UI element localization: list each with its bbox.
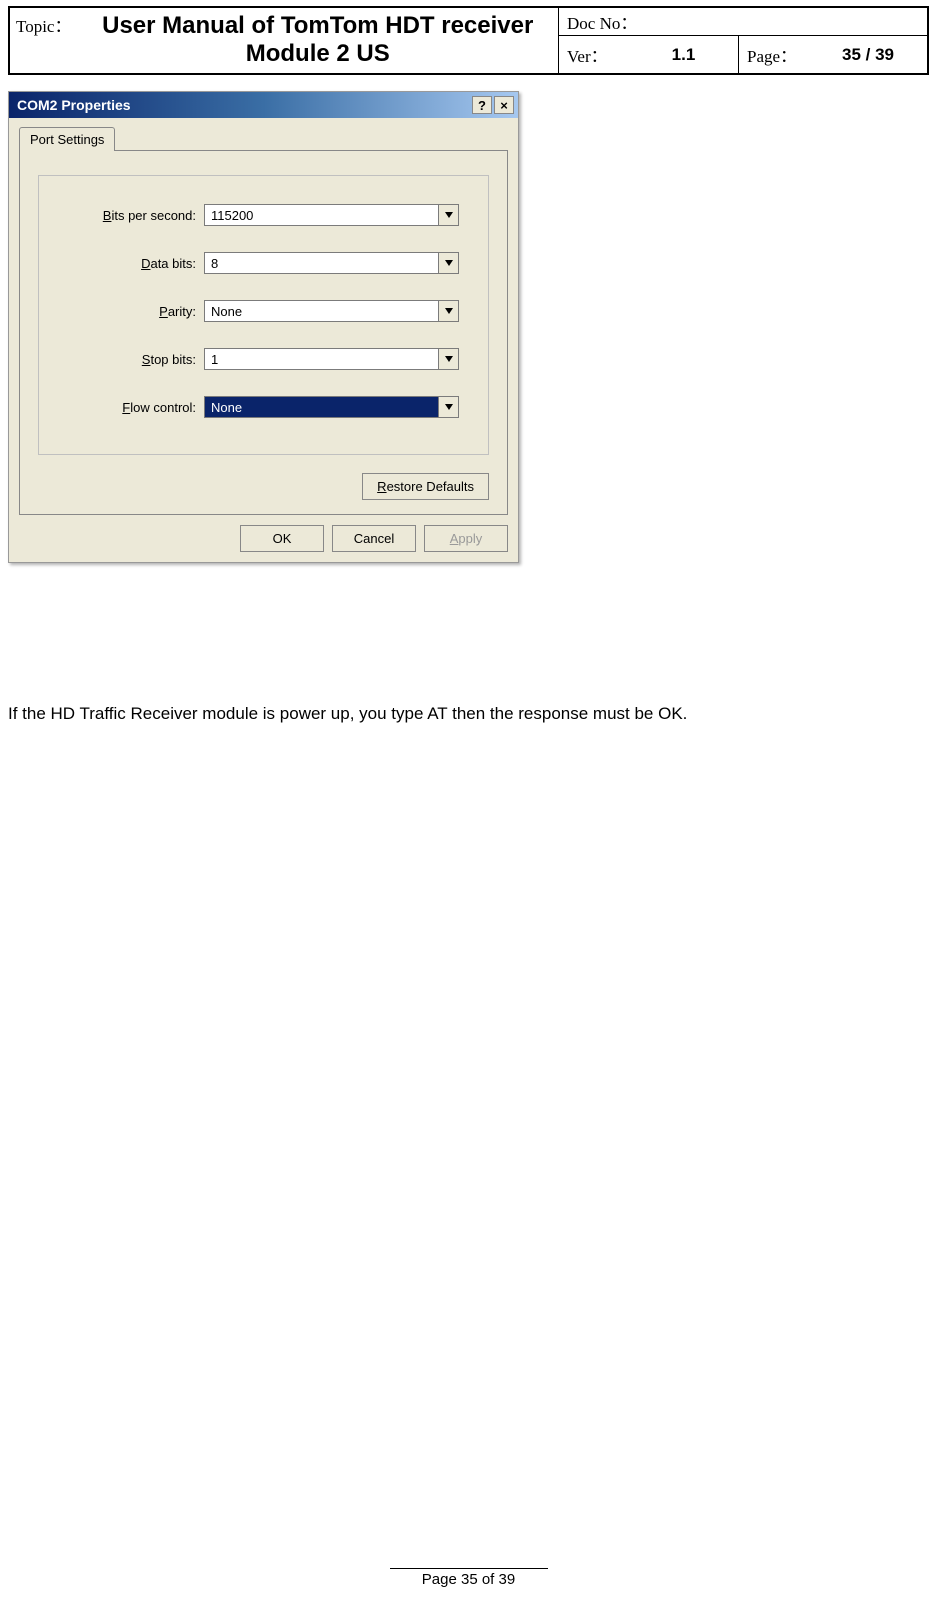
document-title: User Manual of TomTom HDT receiver Modul… — [77, 8, 558, 73]
document-header: Topic： User Manual of TomTom HDT receive… — [8, 6, 929, 75]
label-data-bits: Data bits: — [59, 256, 204, 271]
header-right: Doc No： Ver： 1.1 Page： 35 / 39 — [559, 8, 927, 73]
ver-cell: Ver： 1.1 — [559, 36, 739, 73]
com-properties-dialog: COM2 Properties ? × Port Settings Bits p… — [8, 91, 519, 563]
header-left: Topic： User Manual of TomTom HDT receive… — [10, 8, 559, 73]
combo-value-data-bits: 8 — [204, 252, 439, 274]
combo-value-stop-bits: 1 — [204, 348, 439, 370]
cancel-button[interactable]: Cancel — [332, 525, 416, 552]
chevron-down-icon[interactable] — [439, 252, 459, 274]
row-bits-per-second: Bits per second: 115200 — [59, 204, 468, 226]
ok-button[interactable]: OK — [240, 525, 324, 552]
combo-flow-control[interactable]: None — [204, 396, 459, 418]
combo-stop-bits[interactable]: 1 — [204, 348, 459, 370]
close-button[interactable]: × — [494, 96, 514, 114]
dialog-titlebar[interactable]: COM2 Properties ? × — [9, 92, 518, 118]
page-cell: Page： 35 / 39 — [739, 36, 927, 73]
label-stop-bits: Stop bits: — [59, 352, 204, 367]
docno-row: Doc No： — [559, 8, 927, 36]
combo-value-parity: None — [204, 300, 439, 322]
page-value: 35 / 39 — [809, 45, 927, 65]
apply-button[interactable]: Apply — [424, 525, 508, 552]
chevron-down-icon[interactable] — [439, 300, 459, 322]
ver-label: Ver： — [559, 42, 629, 67]
chevron-down-icon[interactable] — [439, 348, 459, 370]
topic-label: Topic： — [10, 8, 77, 73]
combo-bits-per-second[interactable]: 115200 — [204, 204, 459, 226]
combo-data-bits[interactable]: 8 — [204, 252, 459, 274]
tab-panel: Bits per second: 115200 Data bits: 8 Par… — [19, 150, 508, 515]
label-parity: Parity: — [59, 304, 204, 319]
form-area: Bits per second: 115200 Data bits: 8 Par… — [38, 175, 489, 455]
help-icon: ? — [478, 98, 486, 113]
chevron-down-icon[interactable] — [439, 396, 459, 418]
row-data-bits: Data bits: 8 — [59, 252, 468, 274]
chevron-down-icon[interactable] — [439, 204, 459, 226]
tabstrip: Port Settings — [19, 126, 508, 150]
body-paragraph: If the HD Traffic Receiver module is pow… — [8, 704, 687, 724]
row-stop-bits: Stop bits: 1 — [59, 348, 468, 370]
footer-text: Page 35 of 39 — [0, 1571, 937, 1588]
titlebar-buttons: ? × — [472, 96, 514, 114]
combo-value-flow-control: None — [204, 396, 439, 418]
combo-value-bits-per-second: 115200 — [204, 204, 439, 226]
dialog-body: Port Settings Bits per second: 115200 Da… — [9, 118, 518, 562]
dialog-bottom-buttons: OK Cancel Apply — [19, 525, 508, 552]
ver-value: 1.1 — [629, 45, 738, 65]
footer-rule — [390, 1568, 548, 1569]
restore-defaults-button[interactable]: Restore Defaults — [362, 473, 489, 500]
page-footer: Page 35 of 39 — [0, 1568, 937, 1588]
restore-row: Restore Defaults — [38, 473, 489, 500]
label-flow-control: Flow control: — [59, 400, 204, 415]
close-icon: × — [500, 98, 508, 113]
dialog-title: COM2 Properties — [17, 97, 472, 113]
label-bits-per-second: Bits per second: — [59, 208, 204, 223]
tab-port-settings[interactable]: Port Settings — [19, 127, 115, 151]
page-label: Page： — [739, 42, 809, 67]
docno-label: Doc No： — [559, 9, 645, 34]
combo-parity[interactable]: None — [204, 300, 459, 322]
header-bottom: Ver： 1.1 Page： 35 / 39 — [559, 36, 927, 73]
help-button[interactable]: ? — [472, 96, 492, 114]
row-parity: Parity: None — [59, 300, 468, 322]
row-flow-control: Flow control: None — [59, 396, 468, 418]
